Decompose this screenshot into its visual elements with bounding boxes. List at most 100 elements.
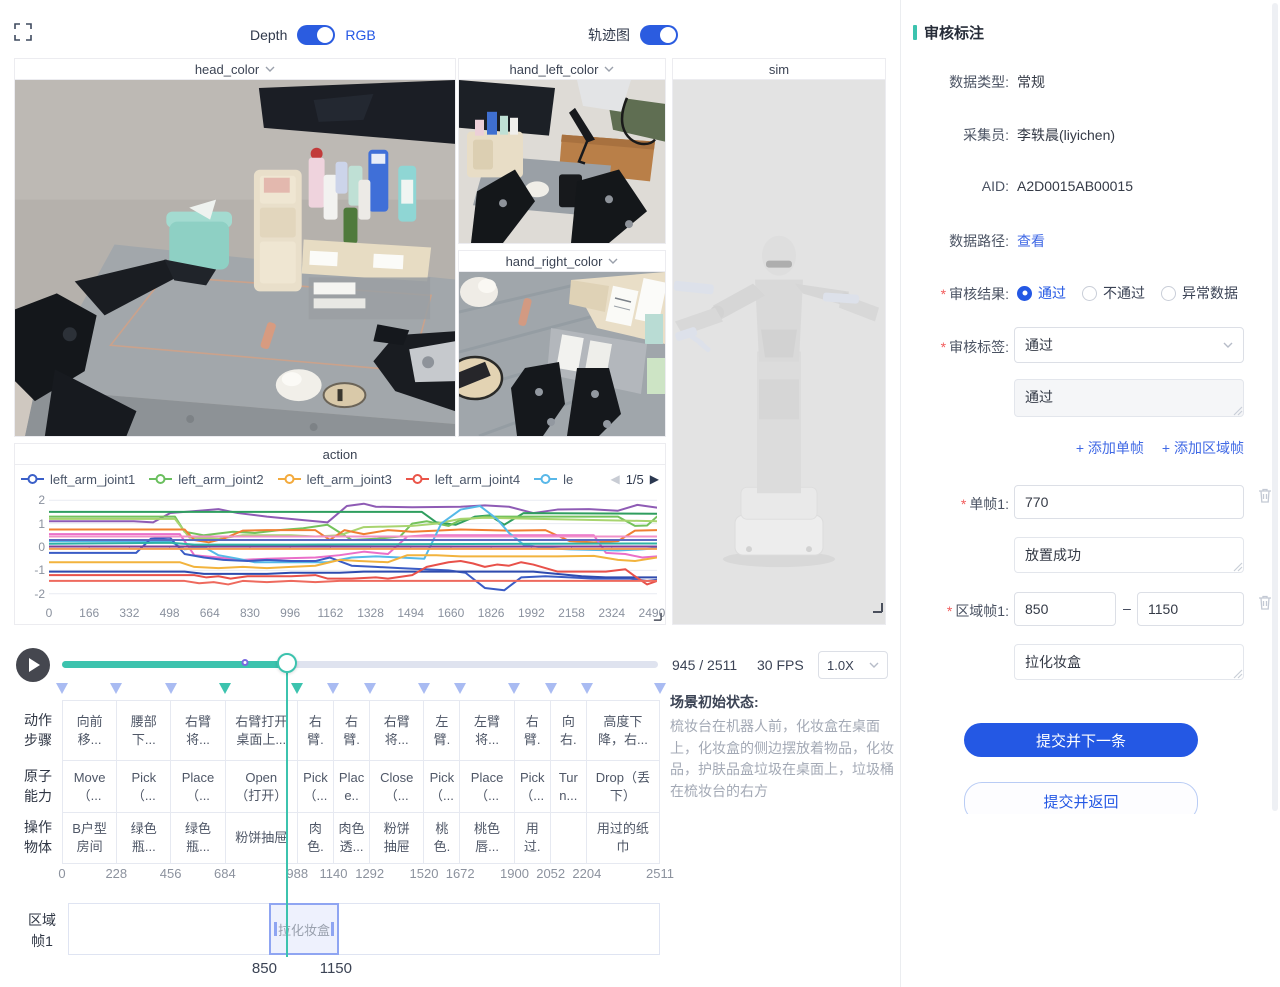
step-cell-atomic[interactable]: Pick （...: [298, 761, 333, 813]
step-cell-action[interactable]: 左臂 将...: [460, 701, 513, 761]
review-result-option[interactable]: 通过: [1017, 283, 1066, 303]
radio-icon[interactable]: [1082, 286, 1097, 301]
add-region-frame-link[interactable]: + 添加区域帧: [1162, 438, 1244, 458]
boundary-marker-icon[interactable]: [654, 683, 666, 700]
region-left-handle[interactable]: [274, 922, 277, 936]
range-dash: –: [1123, 600, 1131, 616]
depth-rgb-toggle[interactable]: [297, 25, 335, 45]
playhead-line[interactable]: [286, 655, 288, 957]
delete-region-frame-icon[interactable]: [1257, 594, 1273, 611]
step-cell-action[interactable]: 右 臂.: [515, 701, 550, 761]
add-single-frame-link[interactable]: + 添加单帧: [1076, 438, 1144, 458]
step-cell-atomic[interactable]: Pick （...: [424, 761, 459, 813]
legend-item[interactable]: left_arm_joint3: [278, 472, 392, 487]
step-cell-object[interactable]: [551, 813, 586, 863]
legend-item[interactable]: left_arm_joint4: [406, 472, 520, 487]
step-cell-action[interactable]: 右臂 将...: [370, 701, 423, 761]
sim-viewport[interactable]: [673, 80, 885, 624]
step-cell-atomic[interactable]: Plac e..: [334, 761, 369, 813]
step-cell-object[interactable]: 桃 色.: [424, 813, 459, 863]
submit-return-button[interactable]: 提交并返回: [964, 782, 1198, 814]
step-cell-atomic[interactable]: Move （...: [63, 761, 116, 813]
boundary-marker-icon[interactable]: [364, 683, 376, 700]
region-end-input[interactable]: [1137, 592, 1244, 626]
step-cell-object[interactable]: 用 过.: [515, 813, 550, 863]
region-segment[interactable]: 拉化妆盒: [269, 903, 339, 955]
review-result-option[interactable]: 不通过: [1082, 283, 1145, 303]
region-right-handle[interactable]: [331, 922, 334, 936]
fullscreen-icon[interactable]: [14, 23, 32, 46]
step-cell-object[interactable]: 用过的纸 巾: [587, 813, 659, 863]
single-frame-marker-dot[interactable]: [241, 659, 248, 666]
step-cell-atomic[interactable]: Pick （...: [515, 761, 550, 813]
resize-handle-icon[interactable]: [653, 612, 662, 621]
progress-bar[interactable]: [62, 661, 658, 668]
step-cell-action[interactable]: 右 臂.: [334, 701, 369, 761]
single-frame-note[interactable]: 放置成功: [1014, 537, 1244, 573]
boundary-marker-icon[interactable]: [291, 683, 303, 700]
play-button[interactable]: [16, 648, 50, 682]
step-cell-atomic[interactable]: Place （...: [171, 761, 224, 813]
resize-grip-icon[interactable]: [1233, 406, 1243, 416]
step-cell-atomic[interactable]: Tur n...: [551, 761, 586, 813]
step-cell-action[interactable]: 腰部 下...: [117, 701, 170, 761]
legend-prev-icon[interactable]: ◀: [610, 472, 619, 486]
single-frame-input[interactable]: [1014, 485, 1244, 519]
hand-left-camera-selector[interactable]: hand_left_color: [459, 59, 665, 80]
depth-label: Depth: [250, 27, 287, 43]
head-camera-selector[interactable]: head_color: [15, 59, 455, 80]
trajectory-toggle[interactable]: [640, 25, 678, 45]
region-frame-track[interactable]: 拉化妆盒: [68, 903, 660, 955]
speed-select[interactable]: 1.0X: [818, 651, 888, 679]
legend-next-icon[interactable]: ▶: [650, 472, 659, 486]
y-tick-label: 2: [38, 493, 45, 507]
panel-scrollbar[interactable]: [1272, 3, 1278, 811]
step-cell-object[interactable]: 绿色 瓶...: [171, 813, 224, 863]
region-start-input[interactable]: [1014, 592, 1116, 626]
step-cell-action[interactable]: 向前 移...: [63, 701, 116, 761]
boundary-marker-icon[interactable]: [165, 683, 177, 700]
submit-next-button[interactable]: 提交并下一条: [964, 723, 1198, 757]
boundary-marker-icon[interactable]: [327, 683, 339, 700]
step-cell-atomic[interactable]: Pick （...: [117, 761, 170, 813]
boundary-marker-icon[interactable]: [219, 683, 231, 700]
progress-handle[interactable]: [277, 653, 297, 673]
step-cell-atomic[interactable]: Place （...: [460, 761, 513, 813]
region-frame-note[interactable]: 拉化妆盒: [1014, 644, 1244, 680]
step-column: 左臂 将...Place （...桃色 唇...: [460, 701, 514, 863]
step-cell-action[interactable]: 右臂 将...: [171, 701, 224, 761]
delete-single-frame-icon[interactable]: [1257, 487, 1273, 504]
boundary-marker-icon[interactable]: [581, 683, 593, 700]
hand-right-camera-selector[interactable]: hand_right_color: [459, 251, 665, 272]
boundary-marker-icon[interactable]: [56, 683, 68, 700]
data-path-link[interactable]: 查看: [1017, 231, 1045, 251]
boundary-marker-icon[interactable]: [508, 683, 520, 700]
step-cell-object[interactable]: 粉饼 抽屉: [370, 813, 423, 863]
step-cell-action[interactable]: 向 右.: [551, 701, 586, 761]
legend-item[interactable]: le: [534, 472, 573, 487]
step-cell-action[interactable]: 右 臂.: [298, 701, 333, 761]
step-cell-atomic[interactable]: Drop（丢 下）: [587, 761, 659, 813]
boundary-marker-icon[interactable]: [110, 683, 122, 700]
step-cell-object[interactable]: 肉色 透...: [334, 813, 369, 863]
radio-icon[interactable]: [1161, 286, 1176, 301]
step-cell-action[interactable]: 高度下 降，右...: [587, 701, 659, 761]
boundary-marker-icon[interactable]: [418, 683, 430, 700]
review-result-option[interactable]: 异常数据: [1161, 283, 1238, 303]
legend-item[interactable]: left_arm_joint2: [149, 472, 263, 487]
step-cell-object[interactable]: B户型 房间: [63, 813, 116, 863]
step-cell-action[interactable]: 左 臂.: [424, 701, 459, 761]
boundary-marker-icon[interactable]: [545, 683, 557, 700]
step-cell-object[interactable]: 桃色 唇...: [460, 813, 513, 863]
legend-item[interactable]: left_arm_joint1: [21, 472, 135, 487]
review-tag-note[interactable]: 通过: [1014, 379, 1244, 417]
resize-grip-icon[interactable]: [1233, 669, 1243, 679]
step-cell-object[interactable]: 肉 色.: [298, 813, 333, 863]
boundary-marker-icon[interactable]: [454, 683, 466, 700]
review-tag-select[interactable]: 通过: [1014, 327, 1244, 363]
resize-grip-icon[interactable]: [1233, 562, 1243, 572]
step-cell-object[interactable]: 绿色 瓶...: [117, 813, 170, 863]
chart-plot-area[interactable]: [49, 492, 657, 602]
step-cell-atomic[interactable]: Close （...: [370, 761, 423, 813]
radio-icon[interactable]: [1017, 286, 1032, 301]
